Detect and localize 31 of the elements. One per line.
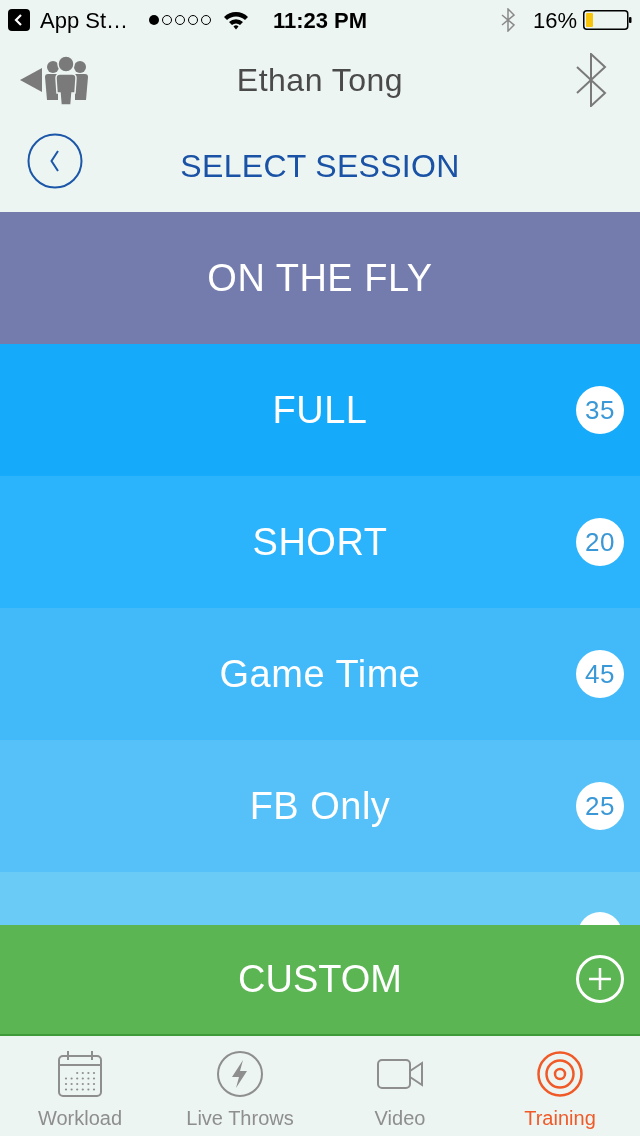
count-badge: 45 [576,650,624,698]
back-icon[interactable] [27,133,83,189]
tab[interactable]: Training [480,1036,640,1136]
session-row[interactable]: FULL 35 [0,344,640,476]
video-camera-icon [377,1059,423,1089]
bluetooth-icon [500,8,515,32]
count-badge: 25 [576,782,624,830]
count-badge: 35 [576,386,624,434]
clock-time: 11:23 PM [272,6,368,35]
calendar-icon [58,1051,102,1097]
battery-percent: 16% [532,6,577,35]
tab[interactable]: Workload [0,1036,160,1136]
tab[interactable]: Video [320,1036,480,1136]
custom-button[interactable]: CUSTOM [0,925,640,1036]
count-badge: 20 [576,518,624,566]
session-row[interactable]: Game Time 45 [0,608,640,740]
plus-circle-icon [576,955,624,1003]
session-row[interactable]: FB Only 25 [0,740,640,872]
page-title: SELECT SESSION [180,147,460,186]
signal-strength-icon [148,14,214,26]
people-icon[interactable] [20,55,88,105]
wifi-icon [223,10,250,30]
target-icon [537,1051,583,1097]
session-row[interactable]: ON THE FLY [0,212,640,344]
user-name: Ethan Tong [236,61,404,100]
bluetooth-icon[interactable] [574,53,608,107]
back-to-app-link[interactable]: App St… [8,3,129,37]
battery-icon [583,10,632,30]
lightning-icon [217,1051,263,1097]
tab[interactable]: Live Throws [160,1036,320,1136]
session-row[interactable]: SHORT 20 [0,476,640,608]
